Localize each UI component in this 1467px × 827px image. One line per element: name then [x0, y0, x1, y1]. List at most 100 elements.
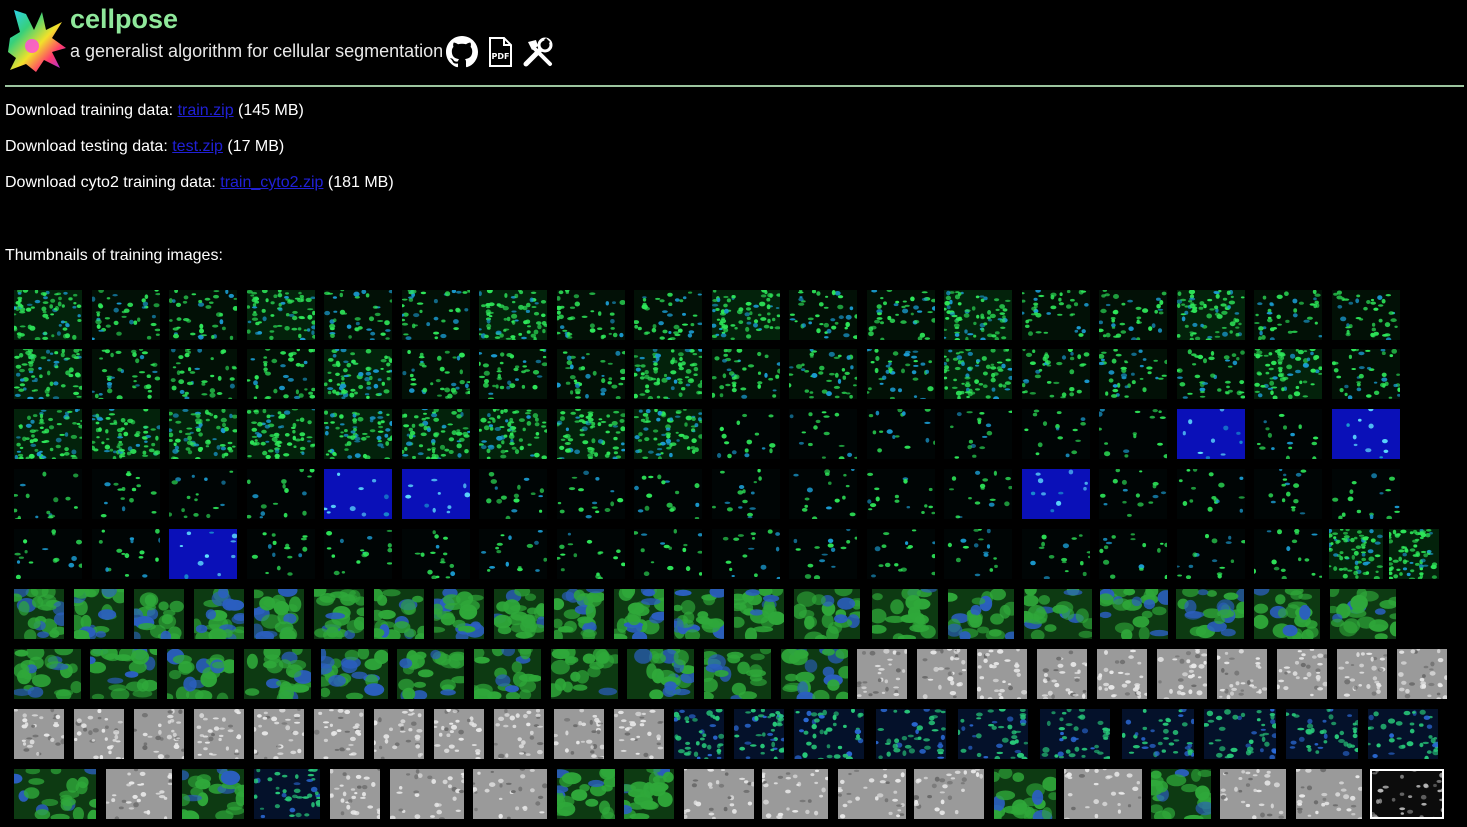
- training-thumbnail[interactable]: [789, 349, 857, 399]
- test-zip-link[interactable]: test.zip: [172, 138, 223, 155]
- training-thumbnail[interactable]: [1254, 409, 1322, 459]
- training-thumbnail[interactable]: [1022, 469, 1090, 519]
- training-thumbnail[interactable]: [1099, 290, 1167, 340]
- training-thumbnail[interactable]: [948, 589, 1014, 639]
- training-thumbnail[interactable]: [169, 290, 237, 340]
- training-thumbnail[interactable]: [254, 589, 304, 639]
- training-thumbnail[interactable]: [1099, 529, 1167, 579]
- training-thumbnail[interactable]: [867, 529, 935, 579]
- training-thumbnail[interactable]: [704, 649, 771, 699]
- training-thumbnail[interactable]: [944, 290, 1012, 340]
- training-thumbnail[interactable]: [90, 649, 157, 699]
- training-thumbnail[interactable]: [324, 469, 392, 519]
- training-thumbnail[interactable]: [1254, 589, 1320, 639]
- training-thumbnail[interactable]: [614, 589, 664, 639]
- training-thumbnail[interactable]: [14, 769, 96, 819]
- training-thumbnail[interactable]: [247, 529, 315, 579]
- training-thumbnail[interactable]: [712, 529, 780, 579]
- training-thumbnail[interactable]: [958, 709, 1028, 759]
- training-thumbnail[interactable]: [554, 709, 604, 759]
- training-thumbnail[interactable]: [867, 290, 935, 340]
- training-thumbnail[interactable]: [474, 649, 541, 699]
- training-thumbnail[interactable]: [1368, 709, 1438, 759]
- training-thumbnail[interactable]: [977, 649, 1027, 699]
- training-thumbnail[interactable]: [1254, 349, 1322, 399]
- pdf-icon[interactable]: PDF: [484, 36, 516, 68]
- training-thumbnail[interactable]: [1220, 769, 1286, 819]
- training-thumbnail[interactable]: [1330, 589, 1396, 639]
- training-thumbnail[interactable]: [324, 290, 392, 340]
- training-thumbnail[interactable]: [92, 409, 160, 459]
- training-thumbnail[interactable]: [627, 649, 694, 699]
- training-thumbnail[interactable]: [1277, 649, 1327, 699]
- training-thumbnail[interactable]: [479, 469, 547, 519]
- training-thumbnail[interactable]: [557, 469, 625, 519]
- training-thumbnail[interactable]: [1370, 769, 1444, 819]
- training-thumbnail[interactable]: [314, 589, 364, 639]
- training-thumbnail[interactable]: [734, 709, 784, 759]
- training-thumbnail[interactable]: [169, 349, 237, 399]
- train-zip-link[interactable]: train.zip: [178, 102, 234, 119]
- training-thumbnail[interactable]: [994, 769, 1056, 819]
- training-thumbnail[interactable]: [1254, 529, 1322, 579]
- training-thumbnail[interactable]: [14, 469, 82, 519]
- training-thumbnail[interactable]: [781, 649, 848, 699]
- training-thumbnail[interactable]: [1177, 349, 1245, 399]
- training-thumbnail[interactable]: [789, 290, 857, 340]
- training-thumbnail[interactable]: [1176, 589, 1244, 639]
- training-thumbnail[interactable]: [1040, 709, 1110, 759]
- training-thumbnail[interactable]: [1177, 469, 1245, 519]
- training-thumbnail[interactable]: [324, 349, 392, 399]
- training-thumbnail[interactable]: [1332, 349, 1400, 399]
- training-thumbnail[interactable]: [1177, 529, 1245, 579]
- training-thumbnail[interactable]: [1099, 409, 1167, 459]
- training-thumbnail[interactable]: [917, 649, 967, 699]
- training-thumbnail[interactable]: [614, 709, 664, 759]
- training-thumbnail[interactable]: [867, 469, 935, 519]
- training-thumbnail[interactable]: [789, 529, 857, 579]
- training-thumbnail[interactable]: [1157, 649, 1207, 699]
- training-thumbnail[interactable]: [14, 290, 82, 340]
- training-thumbnail[interactable]: [1022, 529, 1090, 579]
- training-thumbnail[interactable]: [374, 709, 424, 759]
- training-thumbnail[interactable]: [434, 709, 484, 759]
- training-thumbnail[interactable]: [169, 409, 237, 459]
- training-thumbnail[interactable]: [1332, 469, 1400, 519]
- training-thumbnail[interactable]: [557, 529, 625, 579]
- training-thumbnail[interactable]: [479, 290, 547, 340]
- training-thumbnail[interactable]: [314, 709, 364, 759]
- training-thumbnail[interactable]: [1389, 529, 1439, 579]
- training-thumbnail[interactable]: [712, 409, 780, 459]
- training-thumbnail[interactable]: [1151, 769, 1211, 819]
- training-thumbnail[interactable]: [1099, 349, 1167, 399]
- training-thumbnail[interactable]: [479, 529, 547, 579]
- training-thumbnail[interactable]: [479, 409, 547, 459]
- training-thumbnail[interactable]: [634, 469, 702, 519]
- training-thumbnail[interactable]: [1329, 529, 1383, 579]
- training-thumbnail[interactable]: [1022, 349, 1090, 399]
- training-thumbnail[interactable]: [106, 769, 172, 819]
- training-thumbnail[interactable]: [872, 589, 938, 639]
- training-thumbnail[interactable]: [92, 469, 160, 519]
- training-thumbnail[interactable]: [944, 469, 1012, 519]
- training-thumbnail[interactable]: [1037, 649, 1087, 699]
- training-thumbnail[interactable]: [1254, 469, 1322, 519]
- training-thumbnail[interactable]: [944, 349, 1012, 399]
- training-thumbnail[interactable]: [838, 769, 906, 819]
- training-thumbnail[interactable]: [1122, 709, 1194, 759]
- training-thumbnail[interactable]: [247, 469, 315, 519]
- training-thumbnail[interactable]: [247, 349, 315, 399]
- training-thumbnail[interactable]: [324, 409, 392, 459]
- training-thumbnail[interactable]: [14, 529, 82, 579]
- training-thumbnail[interactable]: [324, 529, 392, 579]
- training-thumbnail[interactable]: [321, 649, 388, 699]
- training-thumbnail[interactable]: [1296, 769, 1362, 819]
- train-cyto2-zip-link[interactable]: train_cyto2.zip: [220, 174, 323, 191]
- training-thumbnail[interactable]: [434, 589, 484, 639]
- training-thumbnail[interactable]: [479, 349, 547, 399]
- training-thumbnail[interactable]: [867, 409, 935, 459]
- training-thumbnail[interactable]: [14, 589, 64, 639]
- training-thumbnail[interactable]: [674, 709, 724, 759]
- training-thumbnail[interactable]: [254, 709, 304, 759]
- training-thumbnail[interactable]: [944, 409, 1012, 459]
